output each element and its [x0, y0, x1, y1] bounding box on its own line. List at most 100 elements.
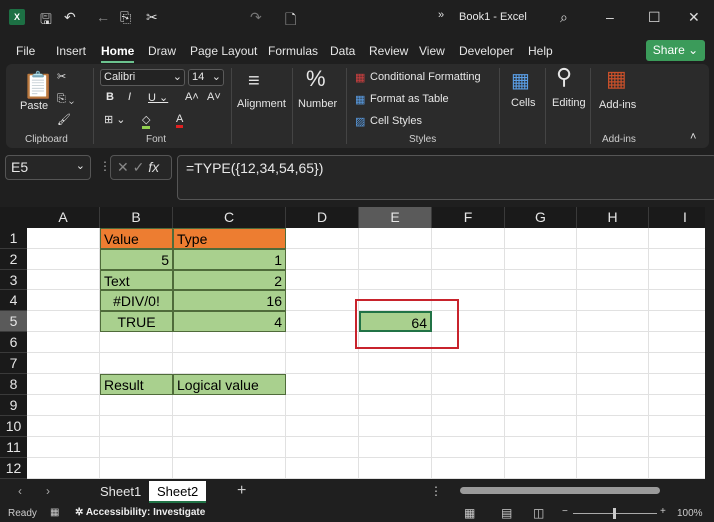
spreadsheet-grid[interactable]: A B C D E F G H I 1 2 3 4 5 6 7 8 9 10 11 12 Value Type 5 1 Text 2… — [0, 207, 705, 479]
cell-h1[interactable] — [577, 228, 649, 249]
cell-h6[interactable] — [577, 332, 649, 353]
cell-g10[interactable] — [505, 416, 577, 437]
cell-d1[interactable] — [286, 228, 359, 249]
column-header-h[interactable]: H — [577, 207, 649, 228]
cell-a11[interactable] — [27, 437, 100, 458]
cut-icon[interactable]: ✂ — [57, 70, 66, 83]
cell-d3[interactable] — [286, 270, 359, 290]
row-header-3[interactable]: 3 — [0, 270, 27, 290]
cell-g5[interactable] — [505, 311, 577, 332]
cell-h7[interactable] — [577, 353, 649, 374]
cell-e2[interactable] — [359, 249, 432, 270]
cell-f3[interactable] — [432, 270, 505, 290]
row-header-7[interactable]: 7 — [0, 353, 27, 374]
cell-styles-icon[interactable]: ▨ — [355, 115, 365, 128]
borders-icon[interactable]: ⊞ ⌄ — [104, 113, 126, 126]
cell-f7[interactable] — [432, 353, 505, 374]
editing-button[interactable]: Editing — [552, 97, 586, 109]
sheet-tab-sheet2[interactable]: Sheet2 — [149, 481, 207, 503]
cell-b2[interactable]: 5 — [100, 249, 173, 270]
cell-d12[interactable] — [286, 458, 359, 479]
cell-a9[interactable] — [27, 395, 100, 416]
cell-i7[interactable] — [649, 353, 705, 374]
row-header-4[interactable]: 4 — [0, 290, 27, 311]
cell-c4[interactable]: 16 — [173, 290, 286, 311]
scroll-thumb[interactable] — [460, 487, 660, 494]
decrease-font-icon[interactable]: A˅ — [207, 91, 221, 103]
share-button[interactable]: Share ⌄ — [646, 40, 705, 61]
cell-b4[interactable]: #DIV/0! — [100, 290, 173, 311]
tab-draw[interactable]: Draw — [148, 44, 176, 58]
cell-b8[interactable]: Result — [100, 374, 173, 395]
cell-d7[interactable] — [286, 353, 359, 374]
collapse-ribbon-icon[interactable]: ˄ — [690, 131, 696, 143]
column-header-i[interactable]: I — [649, 207, 705, 228]
copy-icon[interactable]: ⎘ — [120, 9, 131, 26]
cell-a7[interactable] — [27, 353, 100, 374]
cell-i3[interactable] — [649, 270, 705, 290]
tab-data[interactable]: Data — [330, 44, 355, 58]
cell-g9[interactable] — [505, 395, 577, 416]
next-sheet-icon[interactable]: › — [46, 484, 50, 498]
cell-c12[interactable] — [173, 458, 286, 479]
cell-a4[interactable] — [27, 290, 100, 311]
cell-b7[interactable] — [100, 353, 173, 374]
cell-h3[interactable] — [577, 270, 649, 290]
save-icon[interactable]: 🖫 — [40, 9, 52, 33]
format-as-table-icon[interactable]: ▦ — [355, 93, 365, 106]
cell-g4[interactable] — [505, 290, 577, 311]
cell-c9[interactable] — [173, 395, 286, 416]
cell-f10[interactable] — [432, 416, 505, 437]
select-all-button[interactable] — [0, 207, 27, 228]
cell-h12[interactable] — [577, 458, 649, 479]
tab-file[interactable]: File — [16, 44, 35, 58]
cell-a8[interactable] — [27, 374, 100, 395]
cell-e8[interactable] — [359, 374, 432, 395]
cell-f11[interactable] — [432, 437, 505, 458]
cell-i2[interactable] — [649, 249, 705, 270]
cell-i1[interactable] — [649, 228, 705, 249]
tab-page-layout[interactable]: Page Layout — [190, 44, 257, 58]
row-header-5[interactable]: 5 — [0, 311, 27, 332]
cell-g11[interactable] — [505, 437, 577, 458]
format-painter-icon[interactable]: 🖌 — [57, 113, 71, 126]
number-button[interactable]: Number — [298, 98, 337, 110]
cell-a1[interactable] — [27, 228, 100, 249]
tab-developer[interactable]: Developer — [459, 44, 514, 58]
cell-i8[interactable] — [649, 374, 705, 395]
zoom-in-icon[interactable]: + — [660, 506, 666, 517]
cell-c2[interactable]: 1 — [173, 249, 286, 270]
row-header-11[interactable]: 11 — [0, 437, 27, 458]
row-header-2[interactable]: 2 — [0, 249, 27, 270]
cell-c10[interactable] — [173, 416, 286, 437]
zoom-out-icon[interactable]: − — [562, 506, 568, 517]
font-size-dropdown[interactable]: 14 ⌄ — [188, 69, 224, 86]
cell-b12[interactable] — [100, 458, 173, 479]
maximize-icon[interactable]: ☐ — [648, 9, 661, 26]
tab-insert[interactable]: Insert — [56, 44, 86, 58]
formula-input[interactable]: =TYPE({12,34,54,65}) — [177, 155, 714, 200]
cell-a12[interactable] — [27, 458, 100, 479]
cell-c3[interactable]: 2 — [173, 270, 286, 290]
cell-g1[interactable] — [505, 228, 577, 249]
tab-formulas[interactable]: Formulas — [268, 44, 318, 58]
cancel-icon[interactable]: ✕ — [117, 159, 129, 175]
editing-search-icon[interactable]: ⚲ — [556, 64, 572, 90]
cell-i12[interactable] — [649, 458, 705, 479]
name-box[interactable]: E5 ⌄ — [5, 155, 91, 180]
conditional-formatting-icon[interactable]: ▦ — [355, 71, 365, 84]
cell-d2[interactable] — [286, 249, 359, 270]
column-header-g[interactable]: G — [505, 207, 577, 228]
cell-b11[interactable] — [100, 437, 173, 458]
font-name-dropdown[interactable]: Calibri ⌄ — [100, 69, 185, 86]
cell-g12[interactable] — [505, 458, 577, 479]
accessibility-button[interactable]: ✲ Accessibility: Investigate — [75, 507, 205, 518]
search-icon[interactable]: ⌕ — [560, 9, 568, 26]
cells-icon[interactable]: ▦ — [511, 68, 530, 93]
minimize-icon[interactable]: – — [606, 9, 614, 25]
cell-b6[interactable] — [100, 332, 173, 353]
page-break-view-icon[interactable]: ◫ — [533, 506, 544, 520]
cell-i11[interactable] — [649, 437, 705, 458]
cells-button[interactable]: Cells — [511, 97, 535, 109]
cell-a10[interactable] — [27, 416, 100, 437]
